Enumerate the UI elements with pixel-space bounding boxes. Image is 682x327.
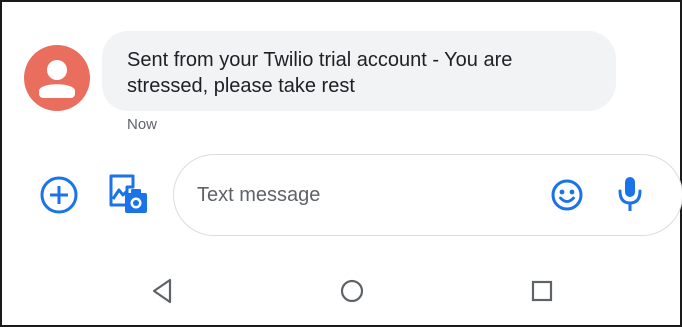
message-input[interactable] (197, 177, 527, 213)
nav-recent-apps-button[interactable] (531, 280, 553, 302)
emoji-icon (551, 179, 583, 211)
microphone-icon (618, 177, 642, 211)
sender-avatar[interactable] (24, 45, 90, 111)
person-icon (39, 60, 75, 98)
gallery-icon (109, 174, 147, 213)
gallery-button[interactable] (107, 172, 149, 217)
attach-button[interactable] (40, 176, 78, 214)
message-text: Sent from your Twilio trial account - Yo… (127, 49, 513, 97)
nav-home-button[interactable] (340, 279, 364, 303)
nav-back-button[interactable] (151, 278, 173, 304)
messages-screen: Sent from your Twilio trial account - Yo… (0, 0, 682, 327)
message-timestamp: Now (127, 116, 158, 133)
voice-input-button[interactable] (617, 175, 643, 213)
recent-apps-icon (531, 280, 553, 302)
plus-circle-icon (40, 176, 78, 214)
back-icon (152, 278, 172, 304)
emoji-button[interactable] (551, 179, 583, 211)
home-icon (340, 279, 364, 303)
message-compose-field[interactable] (173, 154, 682, 236)
message-bubble[interactable]: Sent from your Twilio trial account - Yo… (102, 31, 616, 111)
